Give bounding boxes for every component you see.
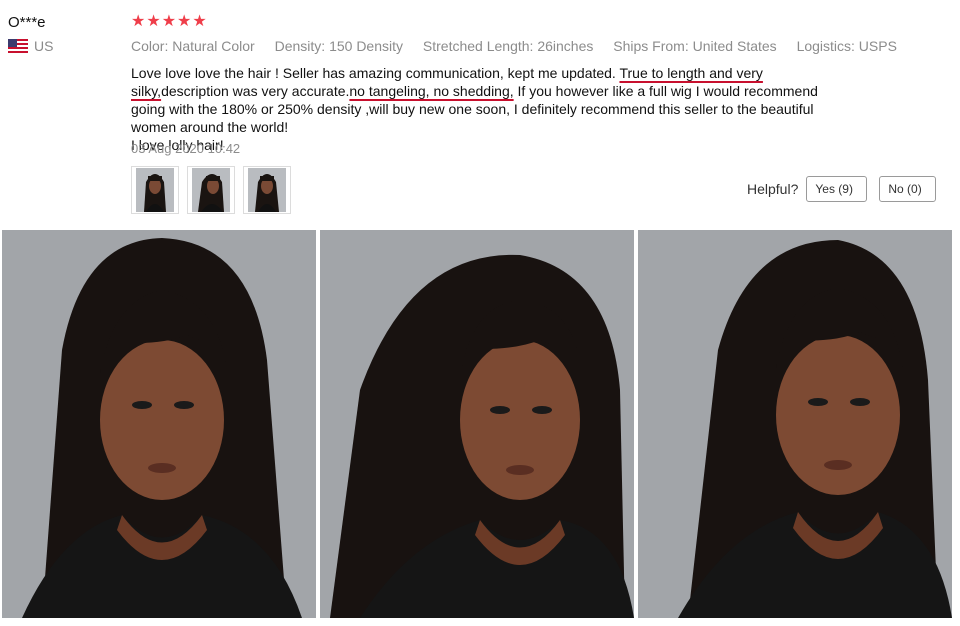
review-photo-image xyxy=(2,230,316,618)
review-text-part2: description was very accurate. xyxy=(161,83,350,99)
attr-density: Density: 150 Density xyxy=(274,38,404,54)
product-attributes: Color: Natural Color Density: 150 Densit… xyxy=(131,38,913,54)
review-photo-2[interactable] xyxy=(320,230,634,618)
review-text-part1: Love love love the hair ! Seller has ama… xyxy=(131,65,620,81)
thumbnail-1[interactable] xyxy=(131,166,179,214)
thumbnail-photo-image xyxy=(248,168,286,212)
thumbnail-3[interactable] xyxy=(243,166,291,214)
review-photo-gallery xyxy=(2,230,952,618)
helpful-label: Helpful? xyxy=(747,181,799,197)
reviewer-country: US xyxy=(8,38,53,54)
thumbnail-photo-image xyxy=(136,168,174,212)
helpful-no-button[interactable]: No (0) xyxy=(879,176,937,202)
star-rating: ★ ★ ★ ★ ★ xyxy=(131,14,207,30)
review-date: 03 Aug 2020 10:42 xyxy=(131,141,241,156)
star-icon: ★ xyxy=(192,13,207,30)
star-icon: ★ xyxy=(131,13,146,30)
us-flag-icon xyxy=(8,39,28,53)
review-highlight-2: no tangeling, no shedding, xyxy=(349,83,514,99)
attr-logistics: Logistics: USPS xyxy=(796,38,897,54)
thumbnail-2[interactable] xyxy=(187,166,235,214)
thumbnail-photo-image xyxy=(192,168,230,212)
thumbnail-strip xyxy=(131,166,291,214)
country-code: US xyxy=(34,38,54,54)
helpful-vote: Helpful? Yes (9) No (0) xyxy=(747,176,937,202)
star-icon: ★ xyxy=(177,13,192,30)
attr-length: Stretched Length: 26inches xyxy=(422,38,594,54)
review-photo-image xyxy=(320,230,634,618)
helpful-yes-button[interactable]: Yes (9) xyxy=(806,176,868,202)
review-photo-image xyxy=(638,230,952,618)
star-icon: ★ xyxy=(146,13,161,30)
attr-ships-from: Ships From: United States xyxy=(613,38,777,54)
review-photo-1[interactable] xyxy=(2,230,316,618)
reviewer-info: O***e US xyxy=(8,14,53,54)
review-photo-3[interactable] xyxy=(638,230,952,618)
attr-color: Color: Natural Color xyxy=(131,38,255,54)
reviewer-name: O***e xyxy=(8,14,46,31)
star-icon: ★ xyxy=(161,13,177,30)
